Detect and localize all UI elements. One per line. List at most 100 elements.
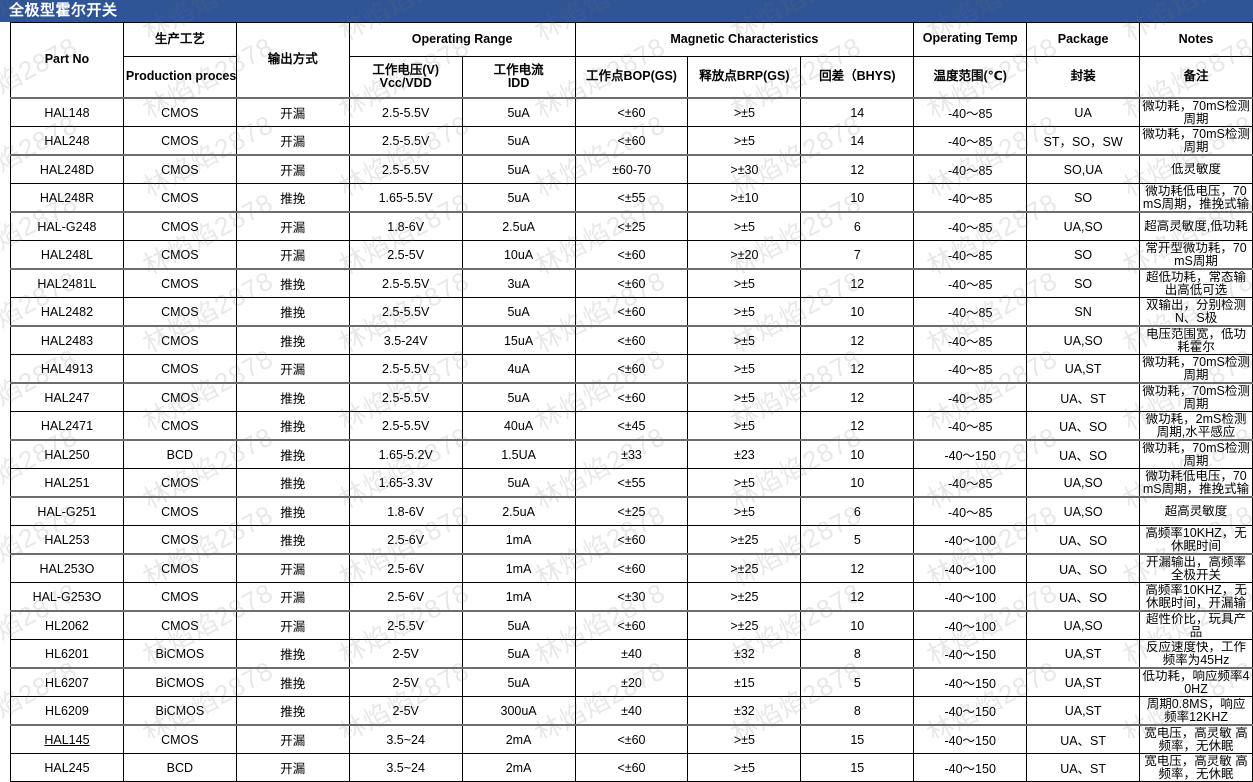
cell-process[interactable]: BiCMOS xyxy=(122,639,237,669)
cell-notes[interactable]: 微功耗，70mS检测周期 xyxy=(1139,97,1253,127)
header-package-cn[interactable]: 封装 xyxy=(1026,56,1141,99)
cell-notes[interactable]: 开漏输出，高频率全极开关 xyxy=(1139,553,1253,583)
cell-brp[interactable]: >±5 xyxy=(687,468,802,498)
header-voltage-cn[interactable]: 工作电压(V) Vcc/VDD xyxy=(348,56,463,99)
cell-output[interactable]: 开漏 xyxy=(235,126,350,156)
cell-idd[interactable]: 5uA xyxy=(461,382,576,412)
header-bop-cn[interactable]: 工作点BOP(GS) xyxy=(574,56,689,99)
cell-bhys[interactable]: 12 xyxy=(800,354,915,384)
cell-idd[interactable]: 5uA xyxy=(461,297,576,327)
cell-idd[interactable]: 5uA xyxy=(461,667,576,697)
cell-volt[interactable]: 1.65-5.2V xyxy=(348,439,463,469)
cell-idd[interactable]: 3uA xyxy=(461,268,576,298)
cell-temp[interactable]: -40～85 xyxy=(913,354,1028,384)
cell-bhys[interactable]: 12 xyxy=(800,154,915,184)
cell-part[interactable]: HAL-G248 xyxy=(10,211,124,241)
cell-volt[interactable]: 3.5~24 xyxy=(348,753,463,782)
cell-process[interactable]: CMOS xyxy=(122,468,237,498)
cell-part[interactable]: HAL247 xyxy=(10,382,124,412)
header-output[interactable]: 输出方式 xyxy=(235,22,350,99)
cell-pkg[interactable]: UA,SO xyxy=(1026,610,1141,640)
cell-brp[interactable]: >±5 xyxy=(687,268,802,298)
cell-volt[interactable]: 2-5.5V xyxy=(348,610,463,640)
cell-bop[interactable]: <±30 xyxy=(574,582,689,612)
table-row[interactable]: HAL248R CMOS 推挽 1.65-5.5V 5uA <±55 >±10 10 -40～8… xyxy=(10,183,1253,213)
cell-volt[interactable]: 1.65-3.3V xyxy=(348,468,463,498)
cell-volt[interactable]: 2.5-5.5V xyxy=(348,97,463,127)
cell-bop[interactable]: <±60 xyxy=(574,382,689,412)
cell-volt[interactable]: 2.5-6V xyxy=(348,525,463,555)
cell-part[interactable]: HAL145 xyxy=(10,724,124,754)
cell-bop[interactable]: <±55 xyxy=(574,468,689,498)
cell-process[interactable]: CMOS xyxy=(122,240,237,270)
cell-pkg[interactable]: UA,SO xyxy=(1026,211,1141,241)
cell-bhys[interactable]: 6 xyxy=(800,496,915,526)
cell-volt[interactable]: 2.5-5.5V xyxy=(348,382,463,412)
cell-temp[interactable]: -40～85 xyxy=(913,183,1028,213)
cell-pkg[interactable]: UA,SO xyxy=(1026,496,1141,526)
cell-process[interactable]: CMOS xyxy=(122,496,237,526)
cell-brp[interactable]: ±23 xyxy=(687,439,802,469)
cell-output[interactable]: 推挽 xyxy=(235,439,350,469)
cell-pkg[interactable]: UA、ST xyxy=(1026,753,1141,782)
header-magnetic-characteristics[interactable]: Magnetic Characteristics xyxy=(574,22,915,57)
cell-output[interactable]: 开漏 xyxy=(235,610,350,640)
cell-part[interactable]: HAL4913 xyxy=(10,354,124,384)
cell-brp[interactable]: ±32 xyxy=(687,639,802,669)
table-row[interactable]: HAL2483 CMOS 推挽 3.5-24V 15uA <±60 >±5 12 -40～85 U… xyxy=(10,325,1253,355)
cell-brp[interactable]: >±25 xyxy=(687,610,802,640)
cell-bop[interactable]: <±60 xyxy=(574,97,689,127)
cell-bhys[interactable]: 15 xyxy=(800,724,915,754)
header-operating-range[interactable]: Operating Range xyxy=(348,22,576,57)
cell-brp[interactable]: >±5 xyxy=(687,496,802,526)
cell-brp[interactable]: >±5 xyxy=(687,211,802,241)
cell-process[interactable]: CMOS xyxy=(122,553,237,583)
cell-temp[interactable]: -40～85 xyxy=(913,468,1028,498)
cell-output[interactable]: 开漏 xyxy=(235,240,350,270)
cell-bhys[interactable]: 15 xyxy=(800,753,915,782)
cell-output[interactable]: 推挽 xyxy=(235,411,350,441)
cell-bop[interactable]: <±60 xyxy=(574,753,689,782)
cell-part[interactable]: HAL253 xyxy=(10,525,124,555)
table-row[interactable]: HAL248 CMOS 开漏 2.5-5.5V 5uA <±60 >±5 14 -40～85 ST… xyxy=(10,126,1253,156)
cell-pkg[interactable]: UA xyxy=(1026,97,1141,127)
cell-part[interactable]: HAL248D xyxy=(10,154,124,184)
cell-temp[interactable]: -40～85 xyxy=(913,297,1028,327)
cell-process[interactable]: CMOS xyxy=(122,354,237,384)
cell-idd[interactable]: 5uA xyxy=(461,468,576,498)
table-row[interactable]: HAL247 CMOS 推挽 2.5-5.5V 5uA <±60 >±5 12 -40～85 UA… xyxy=(10,382,1253,412)
cell-bop[interactable]: <±25 xyxy=(574,211,689,241)
cell-pkg[interactable]: UA,ST xyxy=(1026,639,1141,669)
cell-brp[interactable]: >±5 xyxy=(687,126,802,156)
cell-notes[interactable]: 低灵敏度 xyxy=(1139,154,1253,184)
cell-process[interactable]: CMOS xyxy=(122,211,237,241)
cell-volt[interactable]: 2.5-5.5V xyxy=(348,354,463,384)
cell-temp[interactable]: -40～100 xyxy=(913,610,1028,640)
table-row[interactable]: HL2062 CMOS 开漏 2-5.5V 5uA <±60 >±25 10 -40～100 UA… xyxy=(10,610,1253,640)
cell-idd[interactable]: 5uA xyxy=(461,610,576,640)
cell-volt[interactable]: 2.5-6V xyxy=(348,553,463,583)
cell-bhys[interactable]: 14 xyxy=(800,126,915,156)
cell-pkg[interactable]: UA、ST xyxy=(1026,724,1141,754)
cell-brp[interactable]: >±25 xyxy=(687,582,802,612)
part-no-link[interactable]: HAL145 xyxy=(44,733,89,747)
cell-notes[interactable]: 微功耗低电压，70mS周期，推挽式输出 xyxy=(1139,468,1253,498)
cell-brp[interactable]: >±5 xyxy=(687,297,802,327)
cell-output[interactable]: 开漏 xyxy=(235,553,350,583)
cell-part[interactable]: HAL2471 xyxy=(10,411,124,441)
cell-pkg[interactable]: UA,ST xyxy=(1026,354,1141,384)
cell-pkg[interactable]: UA、ST xyxy=(1026,382,1141,412)
cell-pkg[interactable]: UA,ST xyxy=(1026,667,1141,697)
cell-notes[interactable]: 宽电压，高灵敏 高频率，无休眠 xyxy=(1139,724,1253,754)
cell-part[interactable]: HAL-G251 xyxy=(10,496,124,526)
cell-idd[interactable]: 15uA xyxy=(461,325,576,355)
cell-idd[interactable]: 5uA xyxy=(461,639,576,669)
cell-part[interactable]: HL6201 xyxy=(10,639,124,669)
cell-notes[interactable]: 微功耗，70mS检测周期 xyxy=(1139,354,1253,384)
cell-output[interactable]: 推挽 xyxy=(235,639,350,669)
cell-process[interactable]: CMOS xyxy=(122,154,237,184)
cell-bop[interactable]: <±60 xyxy=(574,354,689,384)
cell-idd[interactable]: 40uA xyxy=(461,411,576,441)
cell-bop[interactable]: <±25 xyxy=(574,496,689,526)
cell-notes[interactable]: 微功耗，70mS检测周期 xyxy=(1139,439,1253,469)
